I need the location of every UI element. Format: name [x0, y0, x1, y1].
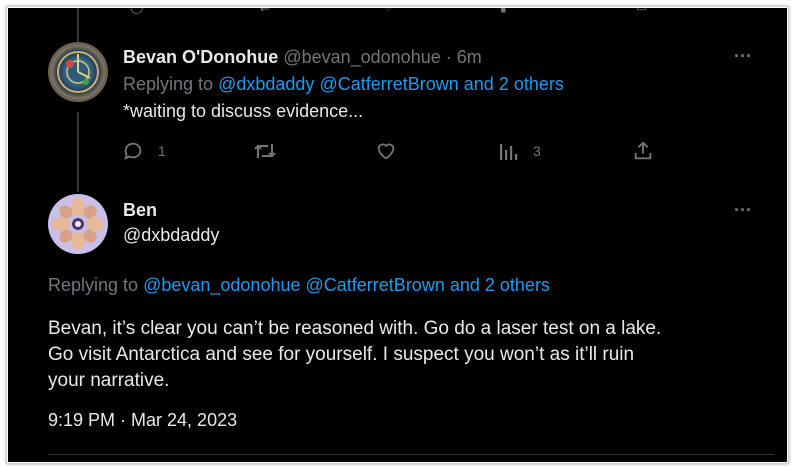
share-action[interactable]: [632, 140, 654, 162]
reply-icon[interactable]: ◯: [130, 8, 143, 14]
main-more-options-button[interactable]: ···: [734, 200, 752, 221]
main-replying-to: Replying to @bevan_odonohue @CatferretBr…: [48, 275, 550, 296]
views-count: 3: [533, 143, 541, 159]
replying-to-prefix: Replying to: [48, 275, 139, 295]
ben-avatar[interactable]: [48, 194, 108, 254]
views-action[interactable]: 3: [499, 140, 541, 162]
reply-count: 1: [158, 143, 166, 159]
reply-icon: [124, 142, 142, 161]
reply-author-line: Bevan O'Donohue @bevan_odonohue · 6m: [123, 47, 482, 68]
mention-link[interactable]: @bevan_odonohue: [143, 275, 300, 295]
retweet-action[interactable]: [253, 140, 277, 162]
views-icon: [500, 144, 518, 160]
thread-connector-line: [77, 112, 79, 192]
retweet-icon: [254, 144, 276, 158]
reply-separator: ·: [445, 47, 452, 67]
mention-link[interactable]: @dxbdaddy: [218, 74, 314, 94]
reply-tweet-text: *waiting to discuss evidence...: [123, 101, 364, 121]
reply-more-options-button[interactable]: ···: [734, 46, 752, 67]
like-action[interactable]: [375, 140, 397, 162]
bevan-avatar[interactable]: [48, 42, 108, 102]
divider: [48, 454, 775, 455]
mention-link[interactable]: @CatferretBrown: [306, 275, 445, 295]
replying-to-prefix: Replying to: [123, 74, 214, 94]
mention-link[interactable]: @CatferretBrown: [319, 74, 458, 94]
main-timestamp[interactable]: 9:19 PM · Mar 24, 2023: [48, 410, 237, 431]
reply-display-name[interactable]: Bevan O'Donohue: [123, 47, 278, 67]
share-icon[interactable]: ▭: [636, 8, 647, 14]
retweet-icon[interactable]: ⇄: [260, 8, 270, 14]
tweet-thread-panel: ◯ ⇄ ♡ ▮ ▭ Bevan O: [8, 8, 787, 462]
main-handle[interactable]: @dxbdaddy: [123, 225, 219, 246]
share-icon: [634, 141, 652, 160]
previous-tweet-actions: ◯ ⇄ ♡ ▮ ▭: [8, 8, 787, 16]
main-tweet-text: Bevan, it’s clear you can’t be reasoned …: [48, 316, 783, 394]
tweet-text-line: Bevan, it’s clear you can’t be reasoned …: [48, 318, 662, 339]
others-link[interactable]: and 2 others: [464, 74, 564, 94]
reply-replying-to: Replying to @dxbdaddy @CatferretBrown an…: [123, 74, 564, 95]
reply-action[interactable]: 1: [122, 140, 166, 162]
reply-time-ago[interactable]: 6m: [457, 47, 482, 67]
reply-handle[interactable]: @bevan_odonohue: [283, 47, 440, 67]
thread-connector-line: [77, 8, 79, 42]
tweet-text-line: your narrative.: [48, 370, 170, 391]
others-link[interactable]: and 2 others: [450, 275, 550, 295]
heart-icon: [377, 143, 395, 160]
like-icon[interactable]: ♡: [383, 8, 394, 14]
views-icon[interactable]: ▮: [500, 8, 507, 14]
tweet-text-line: Go visit Antarctica and see for yourself…: [48, 344, 635, 365]
main-display-name[interactable]: Ben: [123, 200, 157, 221]
